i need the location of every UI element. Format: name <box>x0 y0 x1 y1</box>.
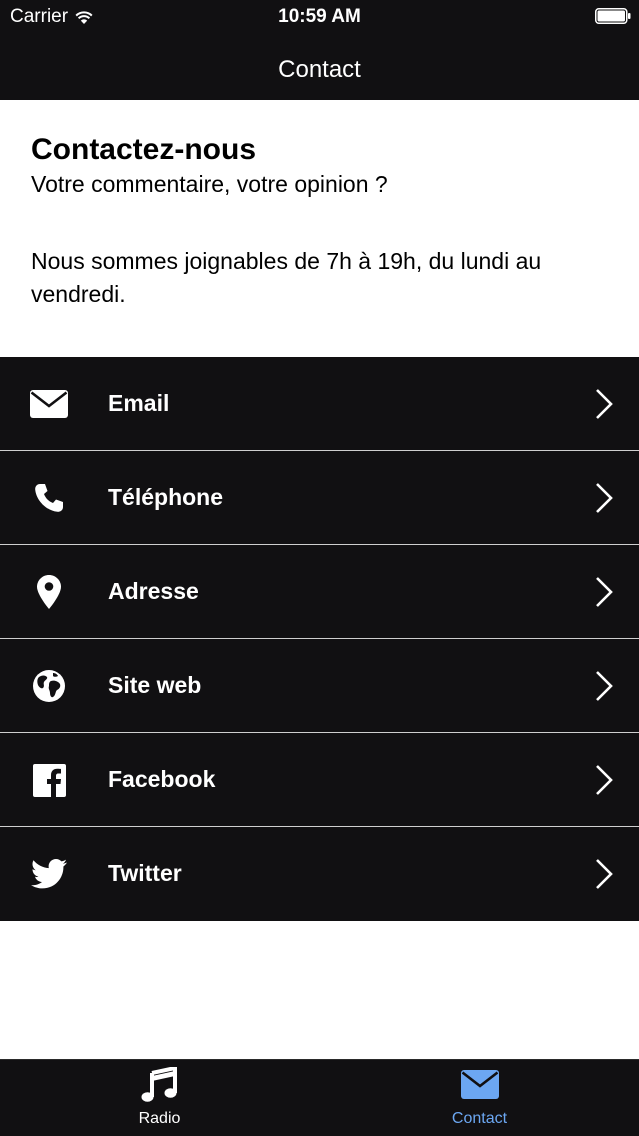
battery-icon <box>595 8 631 24</box>
intro-subheading: Votre commentaire, votre opinion ? <box>31 171 388 197</box>
contact-row-label: Twitter <box>108 860 182 886</box>
chevron-right-icon <box>596 859 613 889</box>
status-time: 10:59 AM <box>278 6 361 27</box>
tab-contact[interactable]: Contact <box>320 1060 639 1136</box>
contact-row-email[interactable]: Email <box>0 357 639 451</box>
envelope-icon <box>460 1070 499 1099</box>
contact-row-website[interactable]: Site web <box>0 639 639 733</box>
tab-bar: Radio Contact <box>0 1059 639 1136</box>
music-note-icon <box>141 1067 177 1102</box>
contact-row-label: Site web <box>108 672 202 698</box>
contact-row-label: Email <box>108 390 170 416</box>
chevron-right-icon <box>596 577 613 607</box>
chevron-right-icon <box>596 483 613 513</box>
contact-row-phone[interactable]: Téléphone <box>0 451 639 545</box>
twitter-icon <box>30 856 68 892</box>
tab-label: Contact <box>451 1110 508 1127</box>
chevron-right-icon <box>596 765 613 795</box>
contact-row-label: Facebook <box>108 766 216 792</box>
globe-icon <box>30 668 68 704</box>
chevron-right-icon <box>596 671 613 701</box>
chevron-right-icon <box>596 389 613 419</box>
contact-row-label: Adresse <box>108 578 199 604</box>
phone-icon <box>30 480 68 516</box>
top-bar: Carrier 10:59 AM Contact <box>0 0 639 100</box>
map-pin-icon <box>30 574 68 610</box>
facebook-icon <box>30 762 68 798</box>
intro-heading: Contactez-nous <box>31 133 256 166</box>
contact-row-label: Téléphone <box>108 484 224 510</box>
contact-screen: Carrier 10:59 AM Contact Contactez-nous … <box>0 0 639 1136</box>
intro-section: Contactez-nous Votre commentaire, votre … <box>31 132 619 311</box>
envelope-icon <box>30 386 68 422</box>
contact-row-facebook[interactable]: Facebook <box>0 733 639 827</box>
contact-list: Email Téléphone Adresse Site web Faceboo… <box>0 357 639 921</box>
tab-label: Radio <box>138 1110 181 1127</box>
contact-row-address[interactable]: Adresse <box>0 545 639 639</box>
page-title: Contact <box>278 56 361 83</box>
tab-radio[interactable]: Radio <box>0 1060 319 1136</box>
intro-hours: Nous sommes joignables de 7h à 19h, du l… <box>31 248 542 307</box>
contact-row-twitter[interactable]: Twitter <box>0 827 639 921</box>
